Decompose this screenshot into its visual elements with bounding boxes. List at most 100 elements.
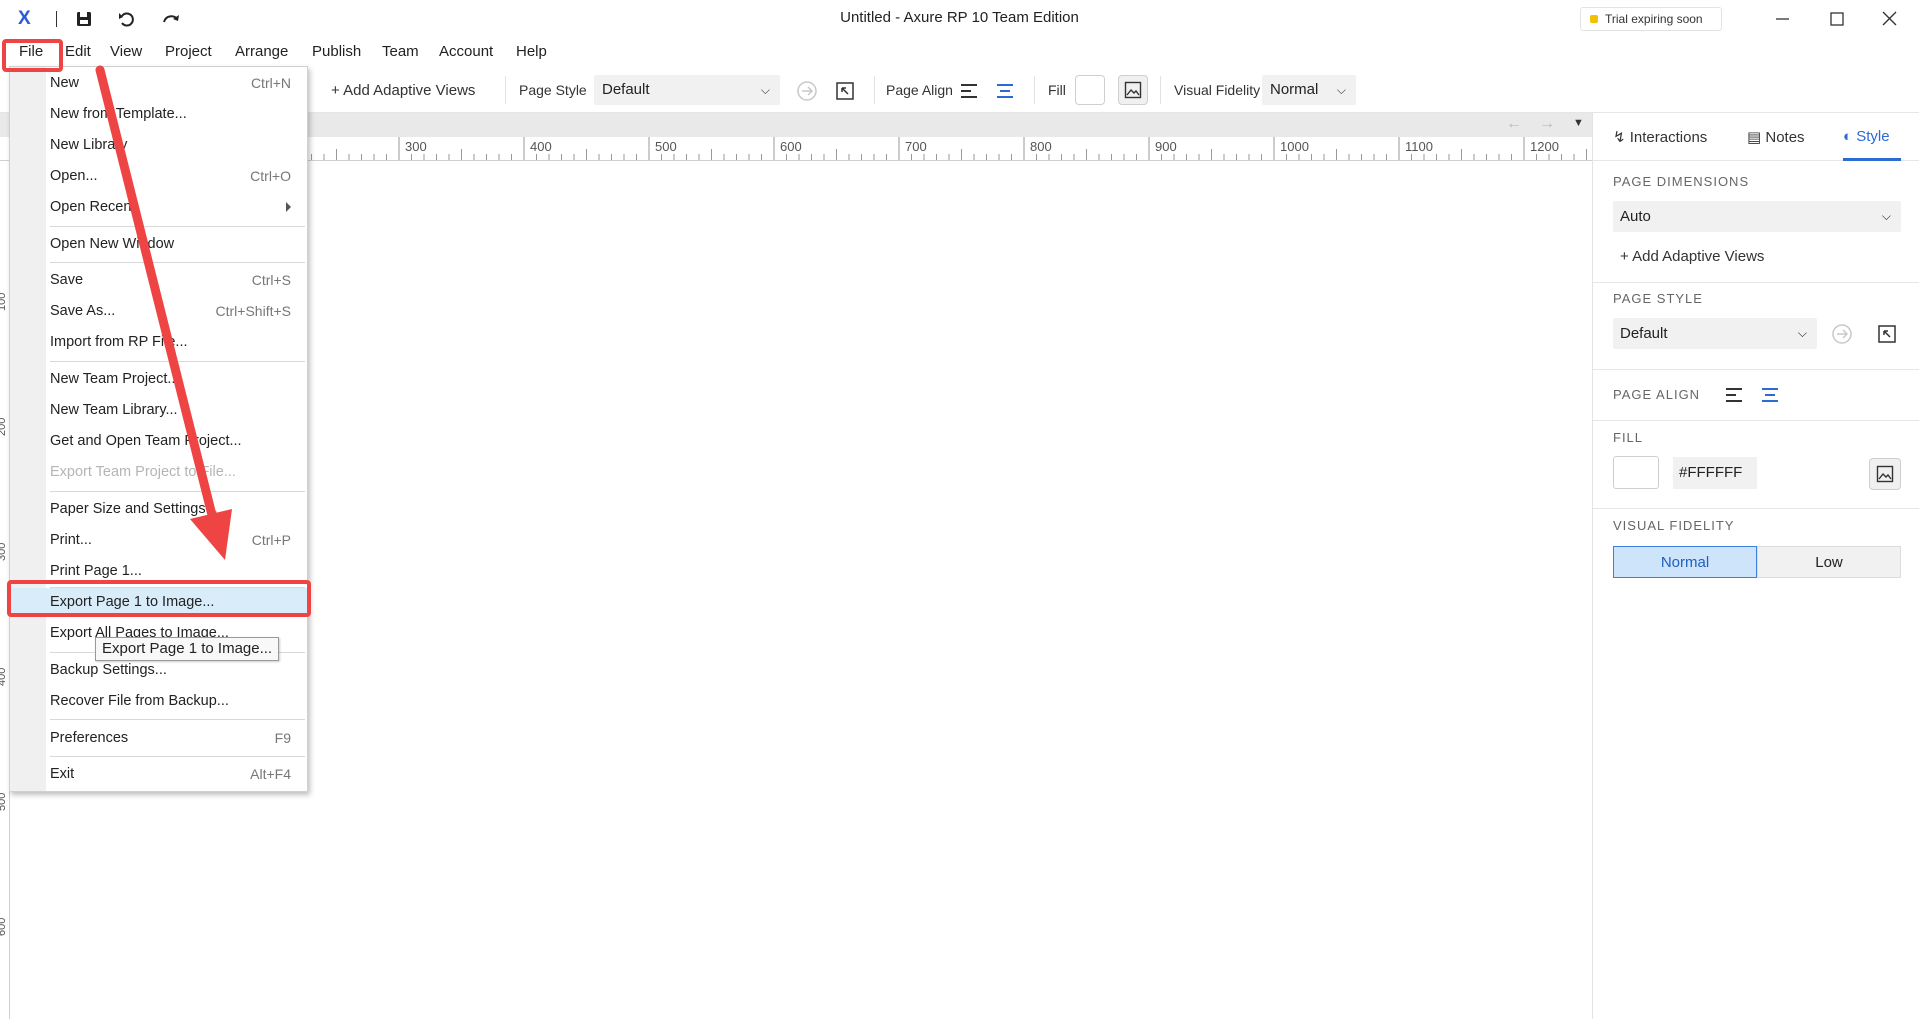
section-divider [1593, 369, 1919, 370]
ruler-tick-label: 1200 [1530, 139, 1559, 154]
page-dimensions-dropdown[interactable]: Auto ⌵ [1613, 201, 1901, 232]
menu-item-label: Save As... [50, 303, 116, 319]
page-align-label: Page Align [886, 82, 953, 98]
fill-section-label: FILL [1613, 430, 1644, 445]
menu-bar: File Edit View Project Arrange Publish T… [0, 38, 1919, 66]
ruler-tick-label: 1100 [1405, 139, 1433, 154]
fill-color-swatch[interactable] [1613, 456, 1659, 489]
menu-project[interactable]: Project [165, 43, 212, 60]
page-style-section-label: PAGE STYLE [1613, 291, 1703, 306]
menu-item-shortcut: Ctrl+S [251, 272, 291, 288]
fill-image-button[interactable] [1869, 458, 1901, 490]
menu-edit[interactable]: Edit [65, 43, 91, 60]
fidelity-normal-button[interactable]: Normal [1613, 546, 1757, 578]
image-icon [1124, 81, 1142, 99]
menu-item-label: Import from RP File... [50, 334, 188, 350]
menu-item-open-recent[interactable]: Open Recent [50, 193, 305, 221]
menu-item-label: New Team Project... [50, 371, 180, 387]
arrow-left-icon[interactable]: ← [1506, 115, 1522, 133]
apply-style-icon[interactable] [1831, 323, 1853, 345]
menu-item-label: New Library [50, 137, 128, 153]
menu-help[interactable]: Help [516, 43, 547, 60]
trial-badge[interactable]: Trial expiring soon [1580, 7, 1722, 31]
menu-item-label: Backup Settings... [50, 662, 167, 678]
tab-interactions-label: Interactions [1629, 129, 1708, 146]
add-adaptive-views-button[interactable]: + Add Adaptive Views [331, 82, 475, 99]
fill-hex-input[interactable]: #FFFFFF [1673, 457, 1757, 489]
page-dimensions-value: Auto [1620, 208, 1651, 225]
menu-item-import-rp-file[interactable]: Import from RP File... [50, 328, 305, 356]
align-center-icon[interactable] [1759, 384, 1781, 406]
image-icon [1876, 465, 1894, 483]
arrow-right-icon[interactable]: → [1539, 115, 1555, 133]
menu-item-label: New from Template... [50, 106, 187, 122]
tab-style-label: Style [1856, 128, 1890, 145]
menu-item-save[interactable]: Save Ctrl+S [50, 266, 305, 294]
file-menu-highlight-box [2, 39, 63, 72]
page-align-section-label: PAGE ALIGN [1613, 387, 1701, 402]
menu-separator [50, 226, 305, 227]
menu-view[interactable]: View [110, 43, 142, 60]
menu-separator [50, 361, 305, 362]
menu-item-save-as[interactable]: Save As... Ctrl+Shift+S [50, 297, 305, 325]
file-menu: New Ctrl+N New from Template... New Libra… [9, 66, 308, 792]
ruler-tick-label: 100 [0, 292, 8, 311]
menu-item-label: Print Page 1... [50, 563, 142, 579]
apply-style-icon[interactable] [796, 80, 818, 102]
menu-tooltip: Export Page 1 to Image... [95, 637, 280, 661]
fill-image-button[interactable] [1118, 75, 1148, 105]
add-adaptive-views-link[interactable]: + Add Adaptive Views [1620, 248, 1764, 265]
menu-item-label: Exit [50, 766, 75, 782]
align-center-icon[interactable] [994, 80, 1016, 102]
menu-account[interactable]: Account [439, 43, 493, 60]
menu-item-shortcut: Alt+F4 [250, 766, 291, 782]
menu-item-recover-file[interactable]: Recover File from Backup... [50, 687, 305, 715]
menu-arrange[interactable]: Arrange [235, 43, 288, 60]
menu-publish[interactable]: Publish [312, 43, 361, 60]
panel-page-style-dropdown[interactable]: Default ⌵ [1613, 318, 1817, 349]
ruler-tick-label: 600 [780, 139, 802, 154]
visual-fidelity-dropdown[interactable]: Normal ⌵ [1262, 75, 1356, 105]
menu-separator [50, 262, 305, 263]
menu-separator [50, 491, 305, 492]
toolbar-divider [874, 76, 875, 104]
trial-badge-text: Trial expiring soon [1605, 12, 1703, 26]
menu-item-exit[interactable]: Exit Alt+F4 [50, 760, 305, 788]
align-left-icon[interactable] [958, 80, 980, 102]
close-icon[interactable] [1868, 6, 1912, 32]
ruler-tick-label: 500 [0, 792, 8, 811]
menu-item-print[interactable]: Print... Ctrl+P [50, 526, 305, 554]
edit-style-icon[interactable] [834, 80, 856, 102]
visual-fidelity-section-label: VISUAL FIDELITY [1613, 518, 1735, 533]
panel-tabs: ↯ Interactions ▤ Notes ◐ Style [1593, 113, 1919, 161]
fill-color-swatch[interactable] [1075, 75, 1105, 105]
toolbar-divider [505, 76, 506, 104]
tab-interactions[interactable]: ↯ Interactions [1613, 128, 1707, 146]
menu-item-preferences[interactable]: Preferences F9 [50, 724, 305, 752]
menu-item-new-team-project[interactable]: New Team Project... [50, 365, 305, 393]
minimize-icon[interactable] [1760, 6, 1804, 32]
menu-item-new-team-library[interactable]: New Team Library... [50, 396, 305, 424]
menu-item-get-open-team-project[interactable]: Get and Open Team Project... [50, 427, 305, 455]
edit-style-icon[interactable] [1876, 323, 1898, 345]
menu-item-paper-size[interactable]: Paper Size and Settings... [50, 495, 305, 523]
tab-notes[interactable]: ▤ Notes [1747, 128, 1805, 146]
tab-style[interactable]: ◐ Style [1843, 128, 1890, 145]
menu-item-open[interactable]: Open... Ctrl+O [50, 162, 305, 190]
menu-item-shortcut: Ctrl+P [251, 532, 291, 548]
menu-item-new-library[interactable]: New Library [50, 131, 305, 159]
caret-down-icon[interactable]: ▼ [1573, 117, 1584, 129]
menu-item-open-new-window[interactable]: Open New Window [50, 230, 305, 258]
menu-item-shortcut: F9 [274, 730, 291, 746]
maximize-icon[interactable] [1815, 6, 1859, 32]
warning-dot-icon [1590, 15, 1598, 23]
menu-team[interactable]: Team [382, 43, 419, 60]
toolbar-divider [1160, 76, 1161, 104]
menu-item-label: Recover File from Backup... [50, 693, 229, 709]
align-left-icon[interactable] [1723, 384, 1745, 406]
menu-item-new[interactable]: New Ctrl+N [50, 69, 305, 97]
title-bar: X Untitled - Axure RP 10 Team Edition Tr… [0, 0, 1919, 38]
menu-item-new-from-template[interactable]: New from Template... [50, 100, 305, 128]
page-style-dropdown[interactable]: Default ⌵ [594, 75, 780, 105]
fidelity-low-button[interactable]: Low [1757, 546, 1901, 578]
